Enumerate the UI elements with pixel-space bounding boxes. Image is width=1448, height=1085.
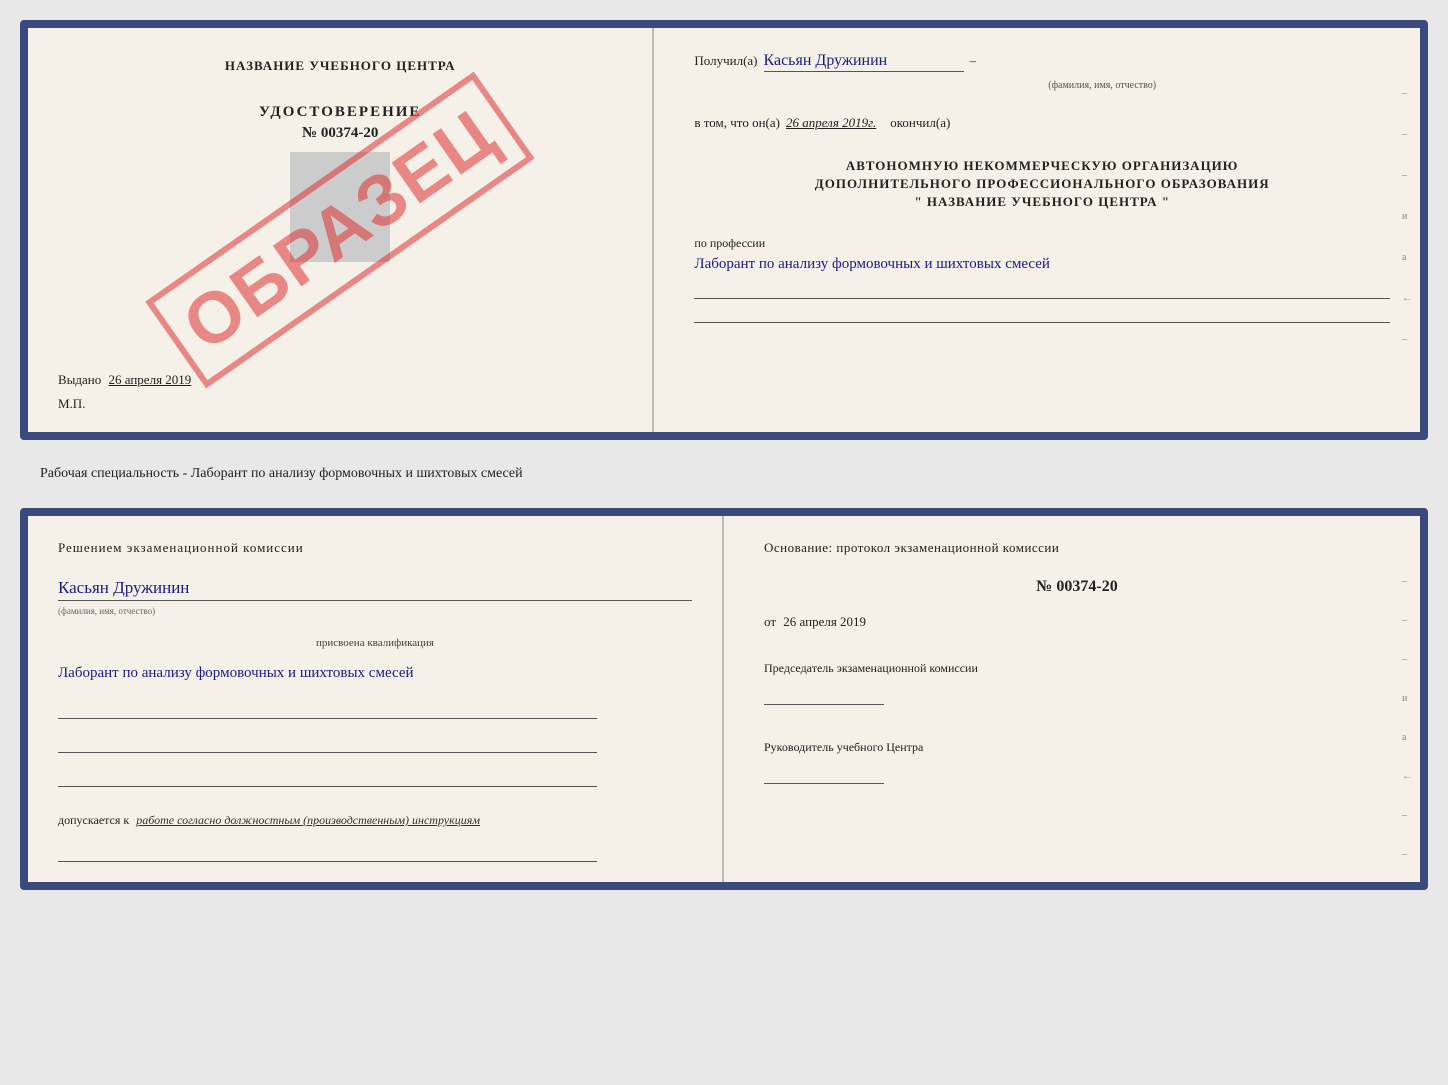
qual-underline-1 bbox=[58, 701, 597, 719]
director-block: Руководитель учебного Центра bbox=[764, 739, 1390, 784]
qual-underline-2 bbox=[58, 735, 597, 753]
assigned-label: присвоена квалификация bbox=[58, 637, 692, 649]
bottom-doc-left: Решением экзаменационной комиссии Касьян… bbox=[28, 516, 724, 882]
decision-label: Решением экзаменационной комиссии bbox=[58, 540, 692, 556]
mp-line: М.П. bbox=[58, 396, 622, 412]
profession-label: по профессии bbox=[694, 236, 1390, 251]
top-doc-right: Получил(а) Касьян Дружинин – (фамилия, и… bbox=[654, 28, 1420, 432]
issued-date: 26 апреля 2019 bbox=[109, 372, 192, 387]
cert-label: УДОСТОВЕРЕНИЕ bbox=[58, 104, 622, 121]
completed-suffix: окончил(а) bbox=[890, 115, 950, 131]
basis-title: Основание: протокол экзаменационной коми… bbox=[764, 540, 1390, 556]
allowed-text: работе согласно должностным (производств… bbox=[136, 813, 480, 827]
underline-1 bbox=[694, 279, 1390, 299]
protocol-date: от 26 апреля 2019 bbox=[764, 614, 1390, 630]
director-signature-line bbox=[764, 764, 884, 784]
org-line2: ДОПОЛНИТЕЛЬНОГО ПРОФЕССИОНАЛЬНОГО ОБРАЗО… bbox=[694, 175, 1390, 193]
issued-prefix: Выдано bbox=[58, 372, 101, 387]
protocol-date-value: 26 апреля 2019 bbox=[783, 614, 866, 629]
received-prefix: Получил(а) bbox=[694, 53, 757, 69]
right-margin-marks-bottom: – – – и а ← – – bbox=[1402, 576, 1412, 860]
date-value: 26 апреля 2019г. bbox=[786, 115, 876, 131]
underline-2 bbox=[694, 303, 1390, 323]
top-center-title: НАЗВАНИЕ УЧЕБНОГО ЦЕНТРА bbox=[58, 58, 622, 74]
photo-placeholder bbox=[290, 152, 390, 262]
bottom-doc-right: Основание: протокол экзаменационной коми… bbox=[724, 516, 1420, 882]
cert-number: № 00374-20 bbox=[58, 125, 622, 142]
top-doc-left: НАЗВАНИЕ УЧЕБНОГО ЦЕНТРА УДОСТОВЕРЕНИЕ №… bbox=[28, 28, 654, 432]
allowed-underline bbox=[58, 844, 597, 862]
profession-value: Лаборант по анализу формовочных и шихтов… bbox=[694, 253, 1390, 276]
name-sublabel-top: (фамилия, имя, отчество) bbox=[814, 80, 1390, 91]
chairman-block: Председатель экзаменационной комиссии bbox=[764, 660, 1390, 705]
chairman-label: Председатель экзаменационной комиссии bbox=[764, 660, 1390, 677]
received-field: Получил(а) Касьян Дружинин – bbox=[694, 52, 1390, 72]
person-name-block: Касьян Дружинин (фамилия, имя, отчество) bbox=[58, 574, 692, 619]
top-document-card: НАЗВАНИЕ УЧЕБНОГО ЦЕНТРА УДОСТОВЕРЕНИЕ №… bbox=[20, 20, 1428, 440]
director-label: Руководитель учебного Центра bbox=[764, 739, 1390, 756]
date-field: в том, что он(а) 26 апреля 2019г. окончи… bbox=[694, 115, 1390, 131]
allowed-block: допускается к работе согласно должностны… bbox=[58, 813, 692, 828]
bottom-document-card: Решением экзаменационной комиссии Касьян… bbox=[20, 508, 1428, 890]
right-margin-marks-top: – – – и а ← – bbox=[1402, 88, 1412, 345]
date-prefix: в том, что он(а) bbox=[694, 115, 780, 131]
org-line1: АВТОНОМНУЮ НЕКОММЕРЧЕСКУЮ ОРГАНИЗАЦИЮ bbox=[694, 157, 1390, 175]
org-block: АВТОНОМНУЮ НЕКОММЕРЧЕСКУЮ ОРГАНИЗАЦИЮ ДО… bbox=[694, 157, 1390, 212]
received-name: Касьян Дружинин bbox=[764, 52, 964, 72]
qualification: Лаборант по анализу формовочных и шихтов… bbox=[58, 661, 692, 685]
protocol-number: № 00374-20 bbox=[764, 578, 1390, 596]
org-name: " НАЗВАНИЕ УЧЕБНОГО ЦЕНТРА " bbox=[694, 193, 1390, 211]
name-sublabel-bottom: (фамилия, имя, отчество) bbox=[58, 606, 155, 616]
issued-line: Выдано 26 апреля 2019 bbox=[58, 352, 622, 388]
middle-text: Рабочая специальность - Лаборант по анал… bbox=[20, 456, 1428, 492]
page-container: НАЗВАНИЕ УЧЕБНОГО ЦЕНТРА УДОСТОВЕРЕНИЕ №… bbox=[20, 20, 1428, 890]
person-name: Касьян Дружинин bbox=[58, 578, 692, 601]
chairman-signature-line bbox=[764, 685, 884, 705]
qual-underline-3 bbox=[58, 769, 597, 787]
profession-block: по профессии Лаборант по анализу формово… bbox=[694, 236, 1390, 324]
allowed-prefix: допускается к bbox=[58, 813, 129, 827]
protocol-date-prefix: от bbox=[764, 614, 776, 629]
